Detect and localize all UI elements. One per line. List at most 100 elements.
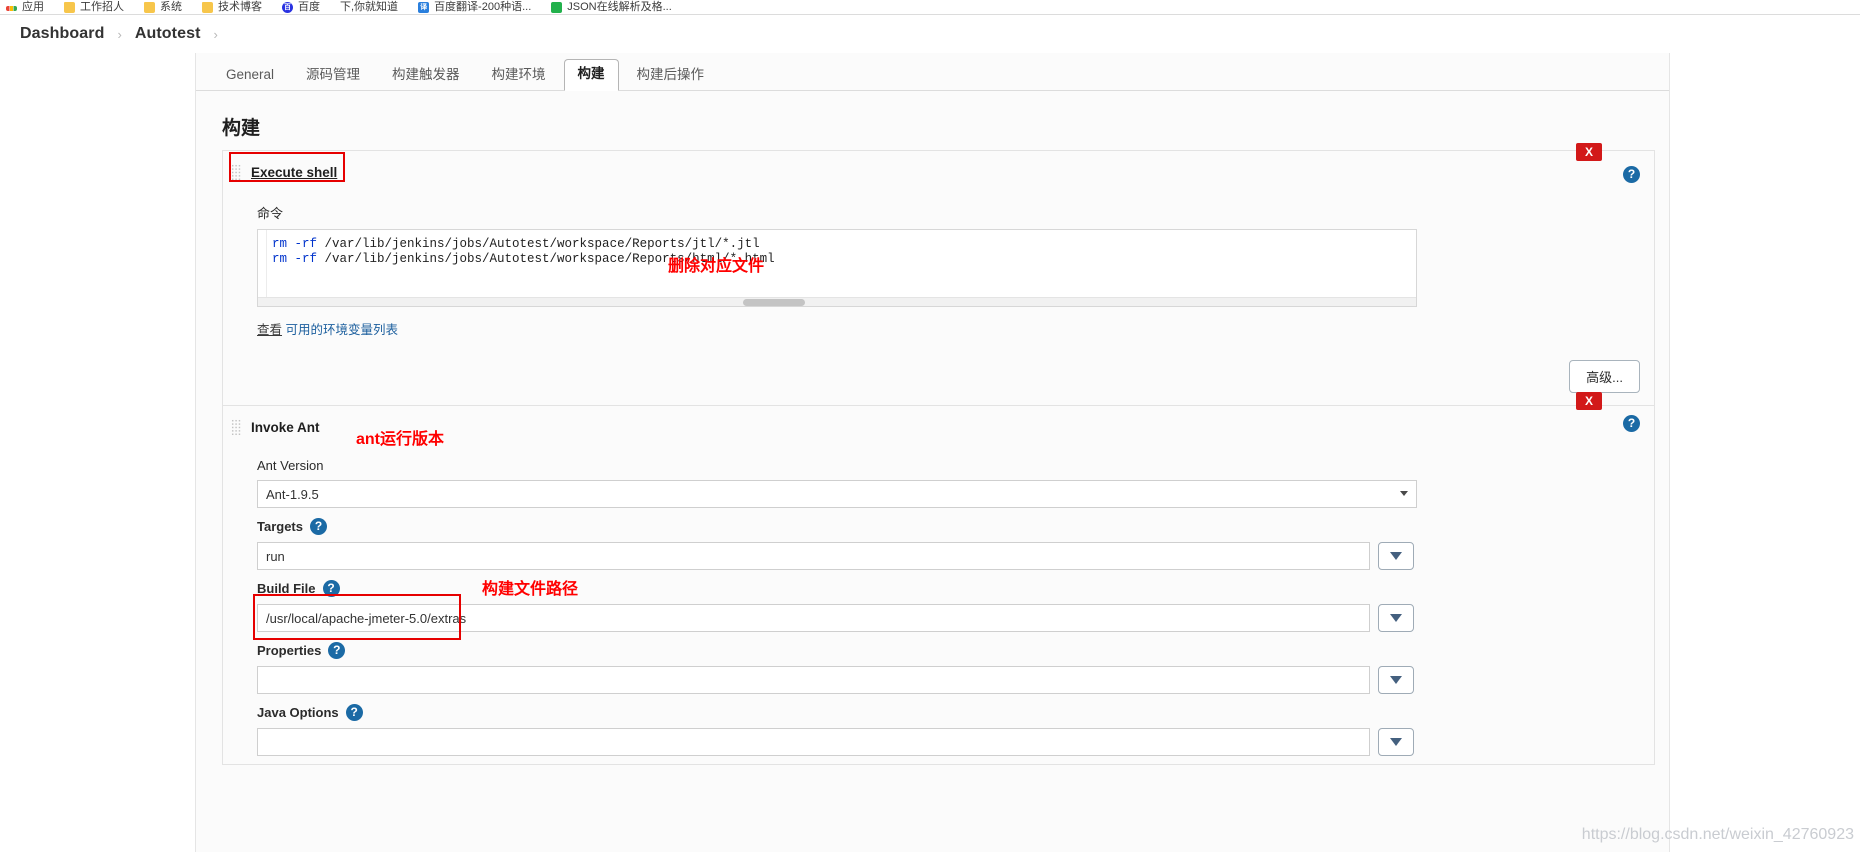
- advanced-row: 高级...: [223, 346, 1654, 405]
- targets-dropdown-button[interactable]: [1378, 542, 1414, 570]
- command-label: 命令: [257, 206, 284, 221]
- builder-invoke-ant: Invoke Ant X ? Ant Version Ant-1.9.5 Tar…: [222, 392, 1655, 765]
- builder-header: Invoke Ant X ?: [223, 392, 1654, 448]
- tab-general[interactable]: General: [212, 60, 288, 91]
- drag-handle-icon[interactable]: [231, 419, 241, 435]
- bookmark-label: 系统: [160, 0, 182, 13]
- chevron-right-icon-trailing: ›: [213, 26, 218, 42]
- caret-down-icon: [1390, 614, 1402, 622]
- java-options-label-row: Java Options ?: [257, 704, 1654, 721]
- properties-input-row: [257, 666, 1654, 694]
- tab-build[interactable]: 构建: [563, 59, 619, 91]
- tab-source-management[interactable]: 源码管理: [292, 60, 374, 91]
- drag-handle-icon[interactable]: [231, 164, 241, 180]
- available-env-variables-link[interactable]: 可用的环境变量列表: [286, 323, 399, 337]
- panel-body: 构建 Execute shell X ? 命令 rm -rf /var/lib/…: [196, 113, 1669, 765]
- help-icon[interactable]: ?: [1623, 166, 1640, 183]
- build-file-input-row: [253, 594, 1654, 640]
- builder-execute-shell: Execute shell X ? 命令 rm -rf /var/lib/jen…: [222, 143, 1655, 406]
- scrollbar-thumb[interactable]: [743, 299, 805, 306]
- bookmark-item[interactable]: 技术博客: [202, 0, 262, 13]
- build-file-label: Build File: [257, 581, 316, 596]
- advanced-button[interactable]: 高级...: [1569, 360, 1640, 393]
- java-options-dropdown-button[interactable]: [1378, 728, 1414, 756]
- bookmark-label: 工作招人: [80, 0, 124, 13]
- properties-input[interactable]: [257, 666, 1370, 694]
- command-code: rm -rf /var/lib/jenkins/jobs/Autotest/wo…: [258, 230, 1416, 267]
- env-variables-link-row: 查看 可用的环境变量列表: [257, 319, 1654, 338]
- bookmark-label: 百度: [298, 0, 320, 13]
- builder-title: Invoke Ant: [251, 419, 320, 435]
- folder-icon: [144, 1, 155, 13]
- page-title: 构建: [222, 118, 261, 139]
- builder-header: Execute shell X ?: [223, 143, 1654, 193]
- command-args: /var/lib/jenkins/jobs/Autotest/workspace…: [317, 237, 760, 251]
- ant-version-select[interactable]: Ant-1.9.5: [257, 480, 1417, 508]
- caret-down-icon: [1390, 738, 1402, 746]
- folder-icon: [202, 1, 213, 13]
- caret-down-icon: [1390, 552, 1402, 560]
- delete-builder-button[interactable]: X: [1576, 392, 1602, 410]
- chevron-right-icon: ›: [117, 26, 122, 42]
- apps-icon: [6, 6, 17, 11]
- tab-post-build-actions[interactable]: 构建后操作: [623, 60, 719, 91]
- breadcrumb-item-autotest[interactable]: Autotest: [135, 25, 201, 43]
- help-icon[interactable]: ?: [345, 704, 363, 721]
- bookmark-item[interactable]: JSON在线解析及格...: [551, 0, 672, 13]
- targets-label: Targets: [257, 519, 303, 534]
- fanyi-icon: 译: [418, 1, 430, 13]
- targets-label-row: Targets ?: [257, 518, 1654, 535]
- help-icon[interactable]: ?: [310, 518, 327, 535]
- java-options-label: Java Options: [257, 705, 339, 720]
- targets-input-row: [257, 542, 1654, 570]
- bookmark-item[interactable]: 工作招人: [64, 0, 124, 13]
- bookmark-label: JSON在线解析及格...: [567, 0, 672, 13]
- env-link-prefix: 查看: [257, 323, 283, 337]
- ant-version-select-wrap: Ant-1.9.5: [257, 480, 1417, 508]
- bookmark-item[interactable]: 应用: [6, 0, 44, 13]
- browser-bookmarks-bar: 应用 工作招人 系统 技术博客 百 百度 下,你就知道 译 百度翻译-200种语…: [0, 0, 1860, 15]
- invoke-ant-fields: Ant Version Ant-1.9.5 Targets ? run Buil…: [223, 458, 1654, 764]
- build-file-label-row: Build File ?: [257, 580, 1654, 597]
- bookmark-label: 技术博客: [218, 0, 262, 13]
- bookmark-item[interactable]: 译 百度翻译-200种语...: [418, 0, 532, 13]
- java-options-input-row: [257, 728, 1654, 756]
- job-config-panel: General 源码管理 构建触发器 构建环境 构建 构建后操作 构建 Exec…: [195, 53, 1670, 852]
- properties-label-row: Properties ?: [257, 642, 1654, 659]
- bookmark-item[interactable]: 下,你就知道: [340, 0, 399, 13]
- breadcrumb: Dashboard › Autotest ›: [0, 15, 1860, 53]
- config-tab-bar: General 源码管理 构建触发器 构建环境 构建 构建后操作: [196, 53, 1669, 91]
- targets-input[interactable]: [257, 542, 1370, 570]
- command-keyword: rm -rf: [272, 252, 318, 266]
- java-options-input[interactable]: [257, 728, 1370, 756]
- builder-title: Execute shell: [251, 164, 338, 180]
- bookmark-label: 下,你就知道: [340, 0, 399, 13]
- editor-gutter: [258, 230, 267, 306]
- bookmark-item[interactable]: 系统: [144, 0, 182, 13]
- build-file-input[interactable]: [257, 604, 1370, 632]
- breadcrumb-item-dashboard[interactable]: Dashboard: [20, 25, 104, 43]
- folder-icon: [64, 1, 75, 13]
- help-icon[interactable]: ?: [322, 580, 340, 597]
- baidu-icon: 百: [282, 1, 293, 13]
- bookmark-item[interactable]: 百 百度: [282, 0, 320, 13]
- command-editor[interactable]: rm -rf /var/lib/jenkins/jobs/Autotest/wo…: [257, 229, 1417, 307]
- editor-horizontal-scrollbar[interactable]: [258, 297, 1416, 306]
- properties-dropdown-button[interactable]: [1378, 666, 1414, 694]
- delete-builder-button[interactable]: X: [1576, 143, 1602, 161]
- tab-build-environment[interactable]: 构建环境: [478, 60, 560, 91]
- tab-build-triggers[interactable]: 构建触发器: [378, 60, 474, 91]
- help-icon[interactable]: ?: [328, 642, 346, 659]
- json-icon: [551, 1, 563, 13]
- caret-down-icon: [1390, 676, 1402, 684]
- execute-shell-fields: 命令 rm -rf /var/lib/jenkins/jobs/Autotest…: [223, 203, 1654, 346]
- command-args: /var/lib/jenkins/jobs/Autotest/workspace…: [317, 252, 775, 266]
- properties-label: Properties: [257, 643, 322, 658]
- build-file-dropdown-button[interactable]: [1378, 604, 1414, 632]
- ant-version-label: Ant Version: [257, 458, 324, 473]
- bookmark-label: 应用: [22, 0, 44, 13]
- page-root: 应用 工作招人 系统 技术博客 百 百度 下,你就知道 译 百度翻译-200种语…: [0, 0, 1860, 852]
- command-keyword: rm -rf: [272, 237, 318, 251]
- bookmark-label: 百度翻译-200种语...: [434, 0, 532, 13]
- help-icon[interactable]: ?: [1623, 415, 1640, 432]
